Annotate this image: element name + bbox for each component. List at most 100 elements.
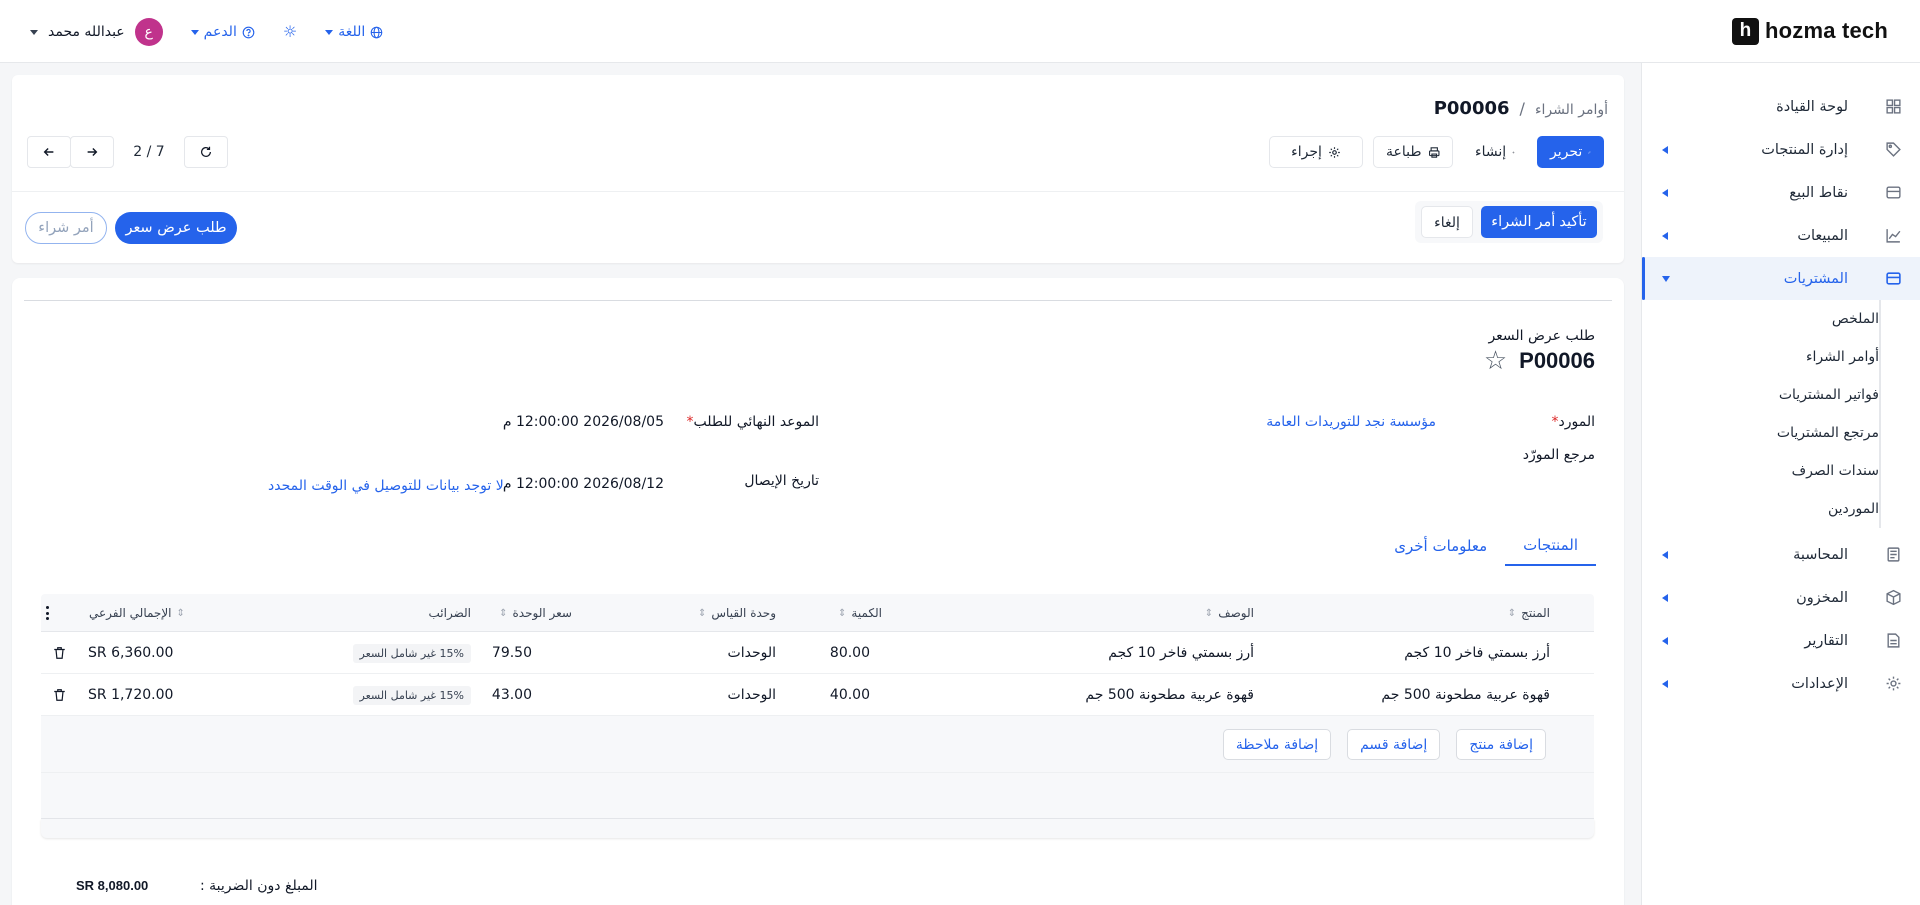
cell-product[interactable]: أرز بسمتي فاخر 10 كجم	[1404, 632, 1550, 674]
status-actions: تأكيد أمر الشراء إلغاء	[1415, 201, 1603, 243]
column-label: الوصف	[1218, 606, 1254, 620]
column-header-product[interactable]: المنتج ⇕	[1508, 594, 1550, 632]
collapse-caret-icon	[1662, 276, 1670, 282]
sidebar-item-label: المبيعات	[1797, 227, 1848, 244]
help-circle-icon	[242, 26, 255, 38]
expand-caret-icon	[1662, 680, 1668, 688]
submenu-item-suppliers[interactable]: الموردين	[1642, 490, 1879, 528]
add-note-button[interactable]: إضافة ملاحظة	[1222, 729, 1332, 760]
create-button[interactable]: إنشاء	[1463, 136, 1527, 168]
action-button[interactable]: إجراء	[1269, 136, 1363, 168]
submenu-item-summary[interactable]: الملخص	[1642, 300, 1879, 338]
pencil-icon	[1588, 150, 1591, 153]
column-header-quantity[interactable]: الكمية ⇕	[838, 594, 882, 632]
user-menu[interactable]: عبدالله محمد ع	[30, 18, 163, 46]
cell-unit-price[interactable]: 43.00	[492, 674, 532, 716]
form-sheet: طلب عرض السعر P00006 ☆ المورد* مؤسسة نجد…	[12, 278, 1624, 905]
sidebar-item-purchases[interactable]: المشتريات	[1642, 257, 1920, 300]
cell-description[interactable]: قهوة عربية مطحونة 500 جم	[1085, 674, 1254, 716]
submenu-label: أوامر الشراء	[1805, 349, 1879, 365]
sort-icon: ⇕	[499, 607, 508, 619]
expand-caret-icon	[1662, 189, 1668, 197]
brand-logo[interactable]: h hozma tech	[1731, 17, 1888, 45]
print-button[interactable]: طباعة	[1373, 136, 1453, 168]
empty-row	[41, 773, 1594, 819]
submenu-item-purchase-invoices[interactable]: فواتير المشتريات	[1642, 376, 1879, 414]
star-icon[interactable]: ☆	[1484, 348, 1507, 374]
delete-row-button[interactable]	[53, 674, 66, 716]
sidebar-item-inventory[interactable]: المخزون	[1642, 576, 1920, 619]
cell-uom[interactable]: الوحدات	[728, 632, 776, 674]
next-record-button[interactable]	[70, 136, 114, 168]
cell-unit-price[interactable]: 79.50	[492, 632, 532, 674]
edit-label: تحرير	[1550, 144, 1583, 160]
sidebar-item-settings[interactable]: الإعدادات	[1642, 662, 1920, 705]
table-row[interactable]: أرز بسمتي فاخر 10 كجم أرز بسمتي فاخر 10 …	[41, 632, 1594, 674]
cancel-button[interactable]: إلغاء	[1421, 206, 1473, 238]
submenu-item-payment-vouchers[interactable]: سندات الصرف	[1642, 452, 1879, 490]
tax-badge: 15% غير شامل السعر	[352, 685, 471, 705]
column-header-uom[interactable]: وحدة القياس ⇕	[698, 594, 776, 632]
sidebar-item-sales[interactable]: المبيعات	[1642, 214, 1920, 257]
theme-toggle-sun-icon[interactable]: ☼	[283, 24, 297, 40]
column-header-description[interactable]: الوصف ⇕	[1205, 594, 1254, 632]
cell-taxes[interactable]: 15% غير شامل السعر	[352, 674, 471, 716]
supplier-field[interactable]: مؤسسة نجد للتوريدات العامة	[1266, 414, 1436, 430]
tab-other-info[interactable]: معلومات أخرى	[1376, 526, 1505, 566]
sidebar-item-products[interactable]: إدارة المنتجات	[1642, 128, 1920, 171]
top-bar: h hozma tech عبدالله محمد ع الدعم ☼ اللغ…	[0, 0, 1920, 63]
previous-record-button[interactable]	[27, 136, 71, 168]
refresh-button[interactable]	[184, 136, 228, 168]
support-menu[interactable]: الدعم	[190, 24, 255, 40]
cell-product[interactable]: قهوة عربية مطحونة 500 جم	[1381, 674, 1550, 716]
sidebar: لوحة القيادة إدارة المنتجات نقاط البيع ا…	[1641, 63, 1920, 905]
sidebar-item-label: التقارير	[1804, 632, 1848, 649]
untaxed-amount-label: المبلغ دون الضريبة :	[200, 878, 318, 894]
stage-purchase-order[interactable]: أمر شراء	[25, 212, 107, 244]
untaxed-amount-value: SR 8,080.00	[76, 878, 149, 893]
language-menu[interactable]: اللغة	[325, 24, 383, 40]
submenu-label: الموردين	[1827, 501, 1879, 517]
confirm-order-button[interactable]: تأكيد أمر الشراء	[1481, 206, 1597, 238]
submenu-item-purchase-orders[interactable]: أوامر الشراء	[1642, 338, 1879, 376]
submenu-item-purchase-returns[interactable]: مرتجع المشتريات	[1642, 414, 1879, 452]
sidebar-item-label: المحاسبة	[1793, 546, 1848, 563]
cell-taxes[interactable]: 15% غير شامل السعر	[352, 632, 471, 674]
arrow-right-icon	[87, 148, 98, 156]
column-label: وحدة القياس	[711, 606, 776, 620]
column-header-taxes[interactable]: الضرائب	[429, 594, 471, 632]
table-row[interactable]: قهوة عربية مطحونة 500 جم قهوة عربية مطحو…	[41, 674, 1594, 716]
sidebar-item-accounting[interactable]: المحاسبة	[1642, 533, 1920, 576]
cell-description[interactable]: أرز بسمتي فاخر 10 كجم	[1108, 632, 1254, 674]
delivery-date-field[interactable]: 2026/08/12 12:00:00 م	[503, 476, 664, 492]
create-label: إنشاء	[1475, 144, 1507, 160]
cell-quantity[interactable]: 40.00	[830, 674, 870, 716]
cell-uom[interactable]: الوحدات	[728, 674, 776, 716]
breadcrumb-parent-link[interactable]: أوامر الشراء	[1535, 102, 1608, 118]
sidebar-item-reports[interactable]: التقارير	[1642, 619, 1920, 662]
sidebar-item-dashboard[interactable]: لوحة القيادة	[1642, 85, 1920, 128]
sort-icon: ⇕	[1204, 607, 1214, 619]
sidebar-item-pos[interactable]: نقاط البيع	[1642, 171, 1920, 214]
column-header-subtotal[interactable]: ⇕ الإجمالي الفرعي	[89, 594, 185, 632]
on-time-delivery-link[interactable]: لا توجد بيانات للتوصيل في الوقت المحدد	[268, 478, 504, 494]
grid-icon	[1886, 99, 1901, 114]
sort-icon: ⇕	[698, 607, 707, 619]
cell-subtotal: SR 1,720.00	[88, 687, 174, 703]
table-header: المنتج ⇕ الوصف ⇕ الكمية ⇕ وحدة القياس ⇕ سعر …	[41, 594, 1594, 632]
plus-icon	[1512, 150, 1515, 154]
gear-icon	[1329, 146, 1340, 158]
avatar[interactable]: ع	[134, 18, 163, 46]
add-product-button[interactable]: إضافة منتج	[1456, 729, 1546, 760]
delete-row-button[interactable]	[53, 632, 66, 674]
add-section-button[interactable]: إضافة قسم	[1347, 729, 1441, 760]
column-options-icon[interactable]	[45, 606, 49, 620]
deadline-label-text: الموعد النهائي للطلب	[693, 414, 819, 430]
deadline-field[interactable]: 2026/08/05 12:00:00 م	[503, 414, 664, 430]
column-header-unit-price[interactable]: سعر الوحدة ⇕	[499, 594, 572, 632]
cell-quantity[interactable]: 80.00	[830, 632, 870, 674]
edit-button[interactable]: تحرير	[1537, 136, 1604, 168]
breadcrumb-current: P00006	[1433, 98, 1510, 119]
stage-rfq[interactable]: طلب عرض سعر	[115, 212, 237, 244]
tab-products[interactable]: المنتجات	[1505, 526, 1596, 566]
